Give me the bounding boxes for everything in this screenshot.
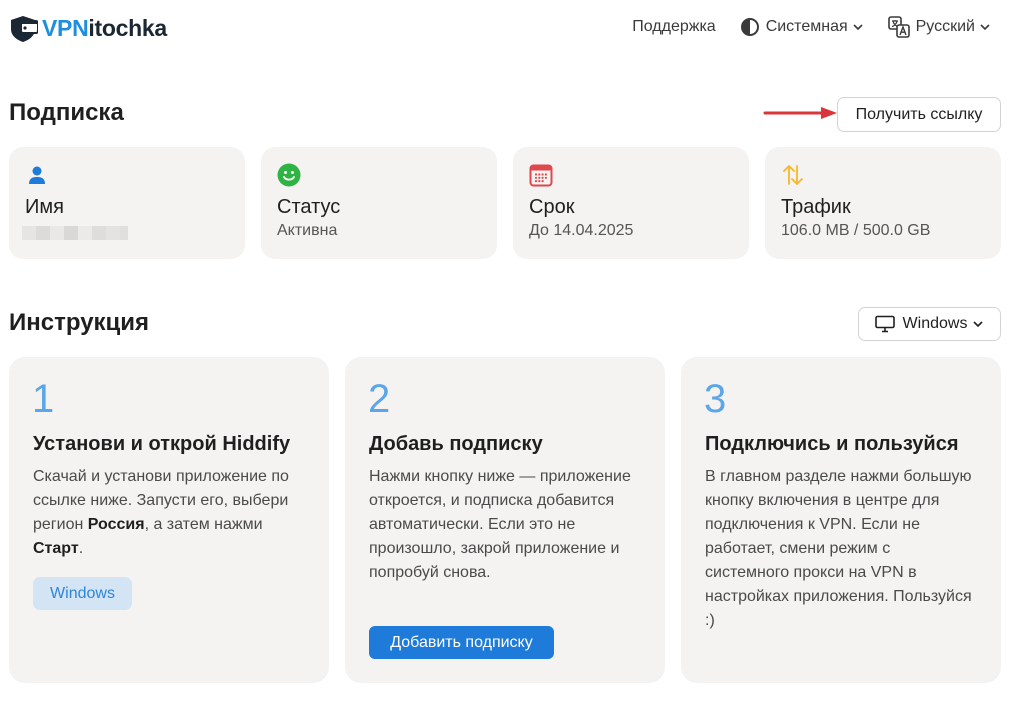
name-value-redacted (22, 226, 128, 240)
user-icon (25, 163, 49, 187)
step-text-bold: Россия (87, 516, 145, 533)
instructions-title: Инструкция (9, 309, 150, 336)
step-number: 3 (704, 377, 727, 421)
annotation-arrow-icon (763, 107, 837, 119)
step-card-2: 2 Добавь подписку Нажми кнопку ниже — пр… (345, 357, 665, 683)
logo-text: VPNitochka (42, 15, 167, 42)
theme-selector[interactable]: Системная (740, 17, 864, 37)
step-text-bold: Старт (33, 540, 79, 557)
support-label: Поддержка (632, 18, 716, 35)
smile-icon (277, 163, 301, 187)
status-card-title: Статус (277, 196, 341, 218)
step-title: Добавь подписку (369, 433, 543, 455)
term-card-title: Срок (529, 196, 575, 218)
theme-contrast-icon (740, 17, 760, 37)
traffic-card-title: Трафик (781, 196, 851, 218)
term-card: Срок До 14.04.2025 (513, 147, 749, 259)
subscription-title: Подписка (9, 99, 124, 126)
step-card-3: 3 Подключись и пользуйся В главном разде… (681, 357, 1001, 683)
platform-selector[interactable]: Windows (858, 307, 1001, 341)
step-number: 1 (32, 377, 55, 421)
logo-text-rest: itochka (88, 14, 167, 41)
step-title: Установи и открой Hiddify (33, 433, 291, 455)
name-card: Имя (9, 147, 245, 259)
theme-label: Системная (765, 18, 848, 35)
monitor-icon (874, 315, 895, 333)
add-subscription-button[interactable]: Добавить подписку (369, 626, 554, 659)
traffic-arrows-icon (781, 163, 805, 187)
language-label: Русский (915, 18, 975, 35)
step-number: 2 (368, 377, 391, 421)
term-card-value: До 14.04.2025 (529, 222, 634, 239)
traffic-card: Трафик 106.0 MB / 500.0 GB (765, 147, 1001, 259)
step-description: Скачай и установи приложение по ссылке н… (33, 465, 303, 561)
step-description: В главном разделе нажми большую кнопку в… (705, 468, 972, 629)
name-card-title: Имя (25, 196, 64, 218)
top-nav: Поддержка Системная Русский (608, 16, 991, 38)
logo[interactable]: VPNitochka (8, 12, 167, 44)
calendar-icon (529, 163, 553, 187)
platform-label: Windows (902, 315, 968, 332)
step-title: Подключись и пользуйся (705, 433, 959, 455)
status-card-value: Активна (277, 222, 338, 239)
language-selector[interactable]: Русский (887, 16, 991, 38)
translate-icon (887, 16, 910, 38)
traffic-card-value: 106.0 MB / 500.0 GB (781, 222, 931, 239)
download-windows-button[interactable]: Windows (33, 577, 132, 610)
status-card: Статус Активна (261, 147, 497, 259)
logo-mark-icon (11, 16, 38, 42)
chevron-down-icon (852, 21, 864, 33)
step-text-part: . (78, 540, 84, 557)
support-link[interactable]: Поддержка (632, 18, 715, 36)
chevron-down-icon (972, 318, 984, 330)
step-text-part: , а затем нажми (144, 516, 263, 533)
chevron-down-icon (979, 21, 991, 33)
logo-text-vpn: VPN (42, 14, 89, 41)
top-bar: VPNitochka Поддержка Системная Русский (0, 0, 1019, 58)
step-description: Нажми кнопку ниже — приложение откроется… (369, 468, 631, 581)
step-card-1: 1 Установи и открой Hiddify Скачай и уст… (9, 357, 329, 683)
get-link-button[interactable]: Получить ссылку (837, 97, 1001, 132)
